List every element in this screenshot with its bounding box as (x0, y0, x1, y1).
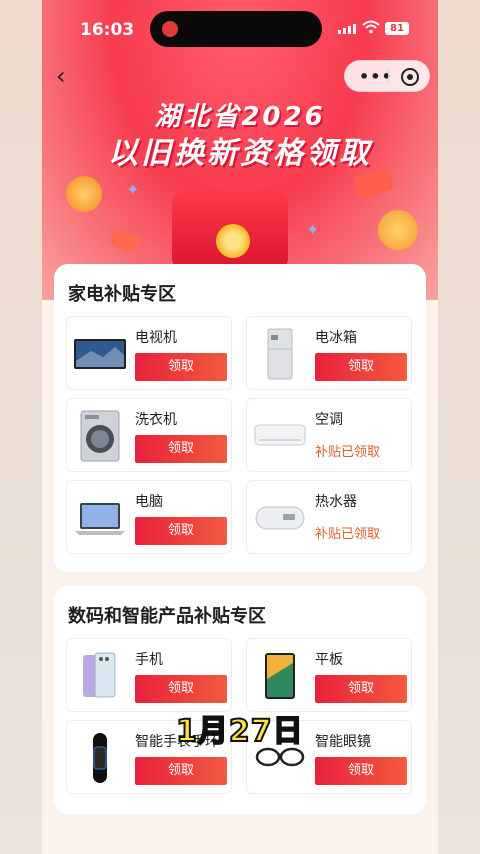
sparkle-icon: ✦ (306, 220, 320, 239)
ticket-decoration (353, 167, 395, 199)
product-name: 平板 (315, 652, 343, 668)
smartphone-icon (83, 652, 116, 698)
recording-indicator (162, 21, 178, 37)
left-backdrop (0, 0, 42, 854)
water-heater-icon (255, 506, 305, 530)
tv-icon (74, 339, 126, 369)
laptop-icon (75, 503, 125, 535)
wifi-icon (362, 20, 380, 34)
product-name: 手机 (135, 652, 163, 668)
miniprogram-capsule: ••• (344, 60, 430, 92)
claim-button-phone[interactable]: 领取 (135, 675, 227, 703)
claim-button-tv[interactable]: 领取 (135, 353, 227, 381)
close-miniprogram-icon[interactable] (401, 68, 419, 86)
section-title: 数码和智能产品补贴专区 (68, 606, 266, 627)
appliance-subsidy-section: 家电补贴专区 电视机 领取 电冰箱 领取 洗衣机 领取 空调 补贴已领取 电脑 … (54, 264, 426, 572)
status-bar: 16:03 81 (42, 0, 438, 58)
product-name: 电脑 (135, 494, 163, 510)
claim-button-smart-glasses[interactable]: 领取 (315, 757, 407, 785)
product-name: 电冰箱 (315, 330, 357, 346)
digital-subsidy-section: 数码和智能产品补贴专区 手机 领取 平板 领取 智能手表手环 领取 智能眼镜 领… (54, 586, 426, 814)
sparkle-icon: ✦ (126, 180, 140, 199)
product-name: 电视机 (135, 330, 177, 346)
washing-machine-icon (80, 410, 120, 462)
fridge-icon (267, 328, 293, 380)
claimed-status-ac: 补贴已领取 (315, 445, 381, 460)
video-date-caption: 1月27日 (175, 713, 304, 750)
right-backdrop (438, 0, 480, 854)
claim-button-computer[interactable]: 领取 (135, 517, 227, 545)
coin-decoration (66, 176, 102, 212)
claimed-status-water-heater: 补贴已领取 (315, 527, 381, 542)
battery-icon: 81 (385, 22, 409, 35)
red-envelope-illustration (172, 190, 288, 272)
status-time: 16:03 (80, 20, 135, 40)
product-name: 智能眼镜 (315, 734, 371, 750)
claim-button-fridge[interactable]: 领取 (315, 353, 407, 381)
gold-coin-icon (216, 224, 250, 258)
claim-button-washer[interactable]: 领取 (135, 435, 227, 463)
capsule-divider (388, 69, 389, 85)
signal-icon (338, 24, 356, 34)
product-item-tv: 电视机 领取 (66, 316, 232, 390)
product-item-water-heater: 热水器 补贴已领取 (246, 480, 412, 554)
section-title: 家电补贴专区 (68, 284, 176, 305)
tablet-icon (265, 653, 295, 699)
back-button[interactable]: ‹ (56, 64, 80, 88)
coin-decoration (378, 210, 418, 250)
product-item-fridge: 电冰箱 领取 (246, 316, 412, 390)
smart-band-icon (93, 733, 107, 783)
product-item-tablet: 平板 领取 (246, 638, 412, 712)
air-conditioner-icon (254, 424, 306, 446)
dynamic-island (150, 11, 322, 47)
ticket-decoration (109, 228, 141, 254)
banner-title-main: 以旧换新资格领取 (108, 136, 372, 171)
claim-button-smartwatch[interactable]: 领取 (135, 757, 227, 785)
product-item-phone: 手机 领取 (66, 638, 232, 712)
product-name: 空调 (315, 412, 343, 428)
product-name: 热水器 (315, 494, 357, 510)
product-item-ac: 空调 补贴已领取 (246, 398, 412, 472)
product-item-washer: 洗衣机 领取 (66, 398, 232, 472)
product-name: 洗衣机 (135, 412, 177, 428)
claim-button-tablet[interactable]: 领取 (315, 675, 407, 703)
product-item-computer: 电脑 领取 (66, 480, 232, 554)
